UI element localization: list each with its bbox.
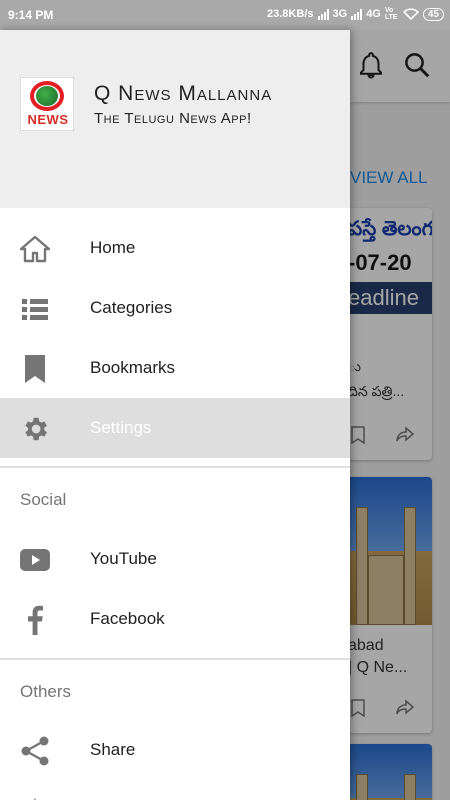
menu-item-partial[interactable] xyxy=(0,780,350,800)
menu-label: Bookmarks xyxy=(90,358,176,377)
menu-item-settings[interactable]: Settings xyxy=(0,398,350,458)
battery-indicator: 45 xyxy=(422,7,444,21)
network-4g: 4G xyxy=(366,8,381,20)
menu-label: Home xyxy=(90,238,136,257)
navigation-drawer: NEWS Q News Mallanna The Telugu News App… xyxy=(0,30,350,800)
wifi-icon xyxy=(402,8,419,20)
network-3g: 3G xyxy=(332,8,348,20)
share-icon xyxy=(20,736,50,766)
globe-icon xyxy=(36,86,58,106)
divider xyxy=(0,658,350,660)
status-bar: 9:14 PM 23.8KB/s 3G 4G Vo LTE 45 xyxy=(0,0,450,30)
menu-label: Share xyxy=(90,740,136,759)
app-tagline: The Telugu News App! xyxy=(94,110,252,127)
section-title-social: Social xyxy=(20,490,67,509)
app-name: Q News Mallanna xyxy=(94,82,273,105)
menu-label: Settings xyxy=(90,418,152,437)
signal-icon-2 xyxy=(351,8,363,20)
net-speed: 23.8KB/s xyxy=(267,8,314,20)
menu-item-youtube[interactable]: YouTube xyxy=(0,529,350,589)
divider xyxy=(0,466,350,468)
status-time: 9:14 PM xyxy=(8,8,54,22)
menu-label: Facebook xyxy=(90,609,165,628)
menu-item-share[interactable]: Share xyxy=(0,720,350,780)
menu-label: YouTube xyxy=(90,549,157,568)
menu-item-home[interactable]: Home xyxy=(0,218,350,278)
drawer-header: NEWS Q News Mallanna The Telugu News App… xyxy=(0,30,350,208)
signal-icon xyxy=(317,8,329,20)
list-icon xyxy=(20,294,50,324)
menu-label: Categories xyxy=(90,298,173,317)
logo-text: NEWS xyxy=(27,112,69,127)
facebook-icon xyxy=(20,605,50,635)
gear-icon xyxy=(20,414,50,444)
section-title-others: Others xyxy=(20,682,72,701)
star-icon xyxy=(20,796,50,800)
youtube-icon xyxy=(20,545,50,575)
app-logo: NEWS xyxy=(20,77,74,131)
menu-item-facebook[interactable]: Facebook xyxy=(0,589,350,649)
volte-badge: Vo LTE xyxy=(384,7,398,21)
menu-item-categories[interactable]: Categories xyxy=(0,278,350,338)
home-icon xyxy=(20,234,50,264)
bookmark-icon xyxy=(20,354,50,384)
menu-item-bookmarks[interactable]: Bookmarks xyxy=(0,338,350,398)
